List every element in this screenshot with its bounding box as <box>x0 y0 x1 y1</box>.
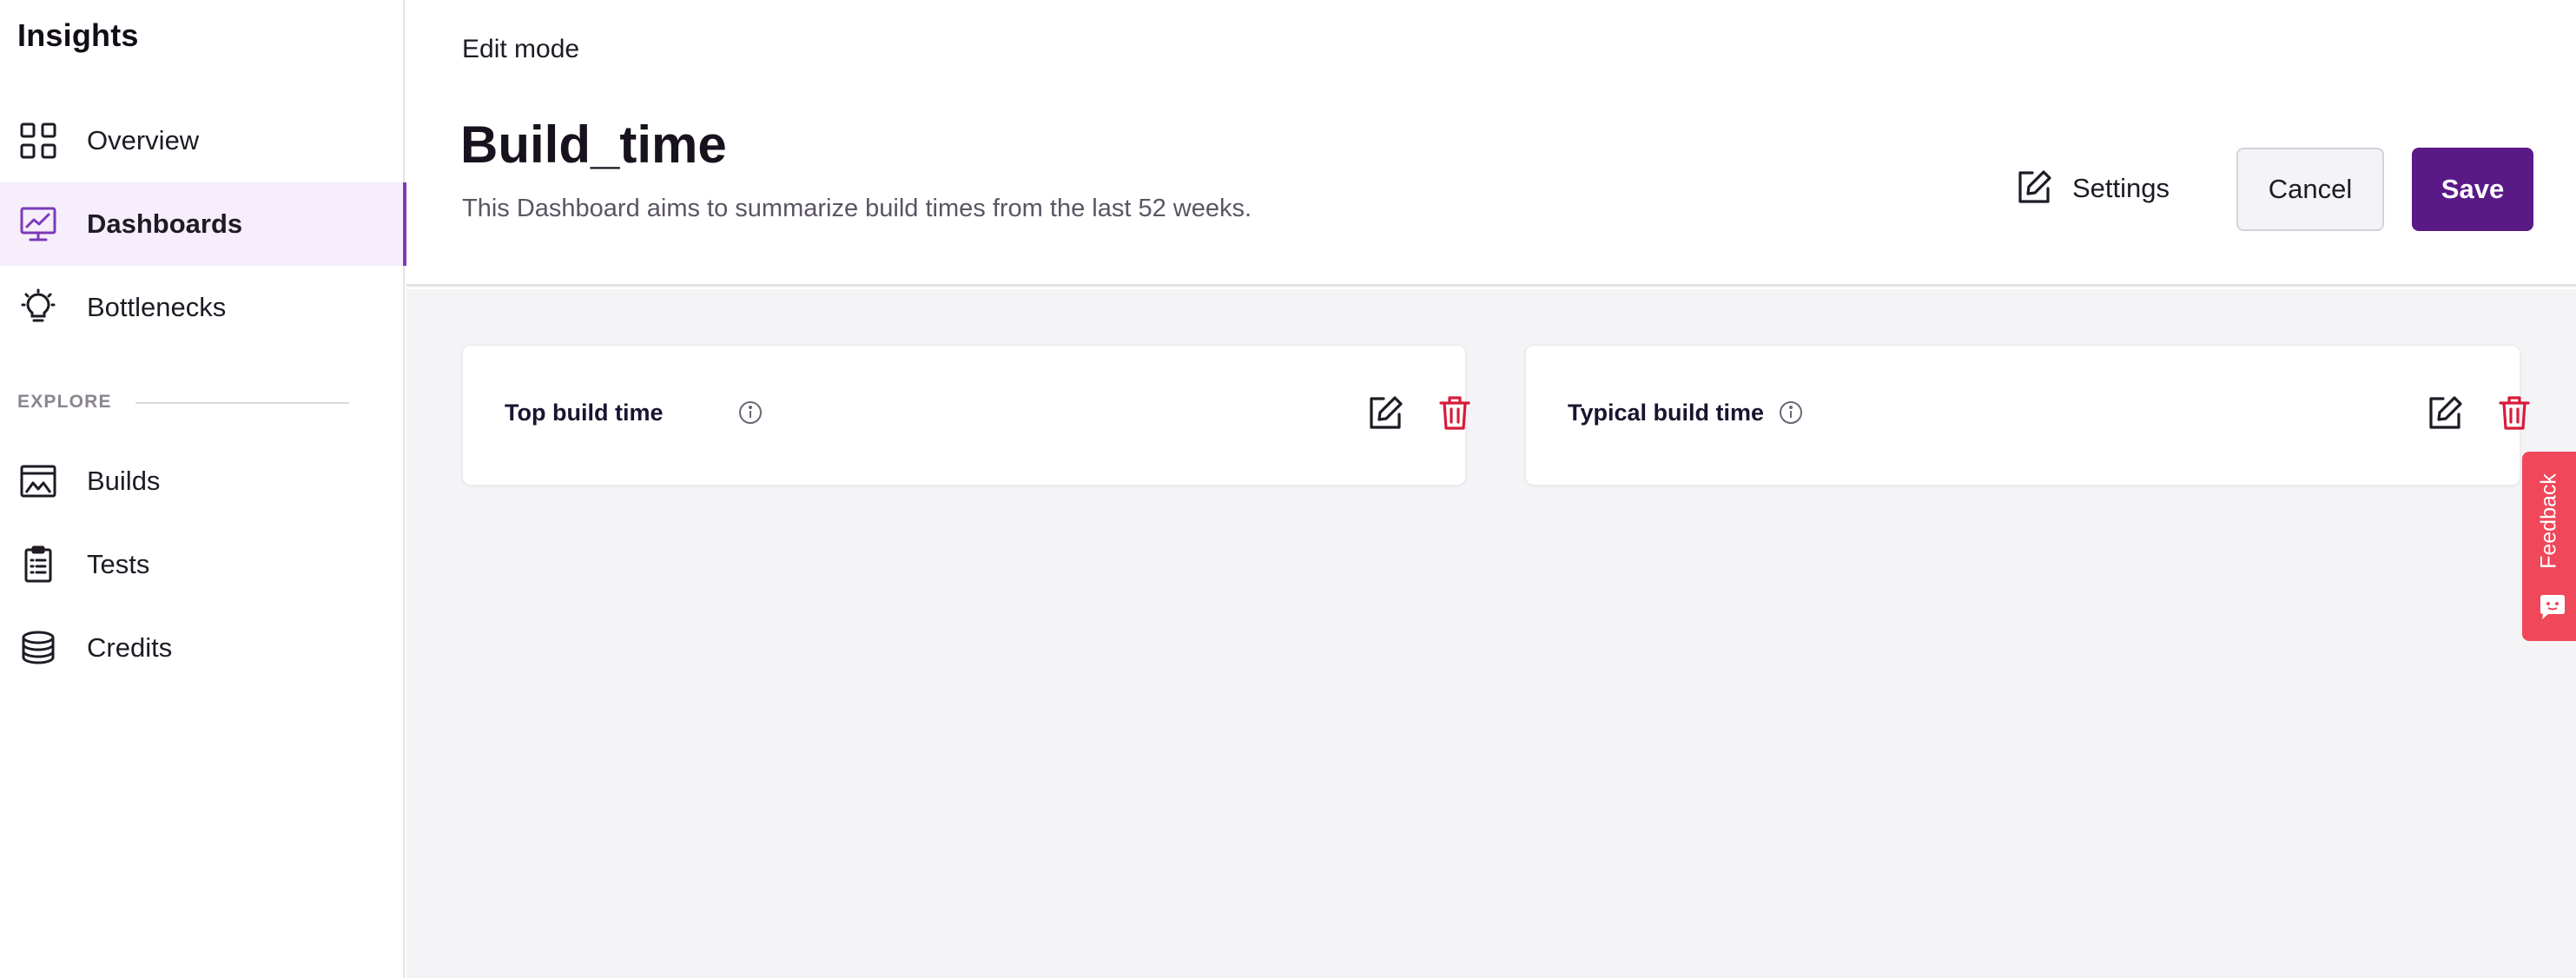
save-button[interactable]: Save <box>2412 148 2533 231</box>
grid-icon <box>19 122 57 160</box>
app-root: Insights Overview Dashboards Bottlenecks… <box>0 0 2576 978</box>
info-icon[interactable] <box>1778 400 1804 426</box>
sidebar-item-bottlenecks[interactable]: Bottlenecks <box>0 266 405 349</box>
sidebar-item-label: Builds <box>87 466 161 496</box>
sidebar-item-overview[interactable]: Overview <box>0 99 405 182</box>
cancel-button[interactable]: Cancel <box>2236 148 2384 231</box>
edit-widget-icon[interactable] <box>1366 393 1404 432</box>
sidebar-item-label: Bottlenecks <box>87 292 227 322</box>
dashboard-canvas: Top build time Typical build time <box>406 289 2576 978</box>
page-header: Edit mode Build_time This Dashboard aims… <box>406 0 2576 287</box>
sidebar-item-label: Overview <box>87 125 200 155</box>
info-icon[interactable] <box>737 400 763 426</box>
clipboard-icon <box>19 545 57 584</box>
feedback-label: Feedback <box>2536 473 2561 569</box>
page-description: This Dashboard aims to summarize build t… <box>462 195 1252 222</box>
edit-mode-label: Edit mode <box>462 35 580 63</box>
chat-bubble-icon <box>2538 592 2567 622</box>
widget-title: Typical build time <box>1568 400 1765 426</box>
section-divider <box>135 402 349 404</box>
builds-icon <box>19 462 57 500</box>
widget-card-typical-build-time: Typical build time <box>1525 345 2530 486</box>
feedback-tab[interactable]: Feedback <box>2522 452 2576 641</box>
sidebar-item-label: Credits <box>87 632 173 663</box>
sidebar-item-dashboards[interactable]: Dashboards <box>0 182 406 266</box>
delete-widget-icon[interactable] <box>1436 393 1474 432</box>
widget-title: Top build time <box>505 400 664 426</box>
sidebar-item-builds[interactable]: Builds <box>0 439 405 523</box>
delete-widget-icon[interactable] <box>2495 393 2533 432</box>
settings-label: Settings <box>2072 173 2170 203</box>
coins-stack-icon <box>19 629 57 667</box>
chart-monitor-icon <box>19 205 57 243</box>
settings-button[interactable]: Settings <box>2015 162 2170 215</box>
sidebar: Insights Overview Dashboards Bottlenecks… <box>0 0 406 978</box>
sidebar-item-tests[interactable]: Tests <box>0 523 405 606</box>
lightbulb-icon <box>19 288 57 327</box>
edit-square-icon <box>2015 168 2053 210</box>
edit-widget-icon[interactable] <box>2426 393 2464 432</box>
sidebar-item-credits[interactable]: Credits <box>0 606 405 690</box>
widget-card-top-build-time: Top build time <box>462 345 1470 486</box>
sidebar-brand: Insights <box>17 17 139 53</box>
sidebar-item-label: Tests <box>87 549 150 579</box>
sidebar-item-label: Dashboards <box>87 208 243 239</box>
page-title: Build_time <box>460 116 727 174</box>
section-label-explore: EXPLORE <box>17 392 112 412</box>
